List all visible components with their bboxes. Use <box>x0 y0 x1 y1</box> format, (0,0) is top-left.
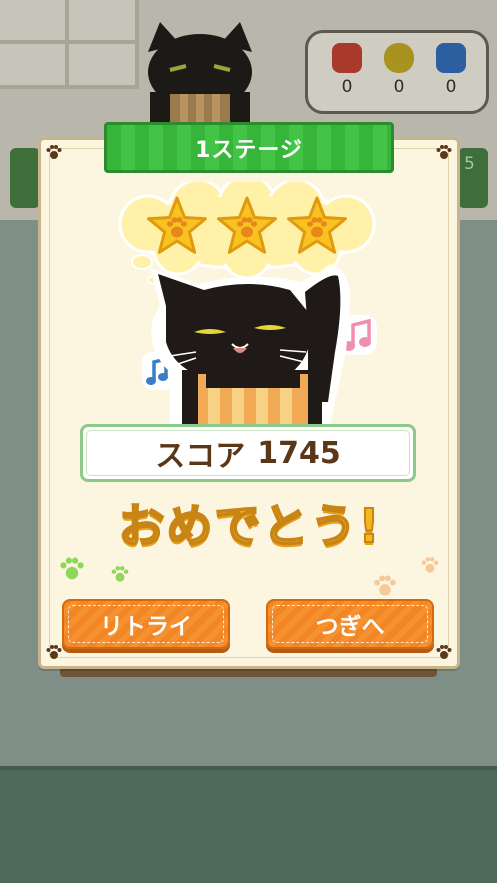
star-filled-icon <box>217 196 277 254</box>
next-label: つぎへ <box>315 614 385 640</box>
item-count: 0 <box>341 77 353 97</box>
paw-print-green-icon <box>60 557 84 580</box>
background-item-bubble: 0 0 0 <box>305 30 489 114</box>
star-filled-icon <box>287 196 347 254</box>
score-label: スコア <box>155 439 246 474</box>
item-bell-icon <box>384 43 414 73</box>
congratulations-text: おめでとう! <box>118 498 382 554</box>
paw-print-orange-icon <box>421 557 439 573</box>
background-side-panel-left <box>10 148 40 208</box>
stage-title: 1ステージ <box>195 137 303 163</box>
item-fish-icon <box>436 43 466 73</box>
paw-corner-icon <box>436 145 452 159</box>
item-count: 0 <box>445 77 457 97</box>
black-cat-character <box>150 264 351 424</box>
background-cat <box>148 22 252 137</box>
paw-corner-icon <box>46 145 62 159</box>
paw-print-orange-icon <box>374 575 396 596</box>
paw-corner-icon <box>436 645 452 659</box>
score-inner-border <box>86 430 410 476</box>
retry-button[interactable]: リトライ <box>62 599 230 649</box>
background-side-panel-right: 5 <box>458 148 488 208</box>
item-count: 0 <box>393 77 405 97</box>
star-filled-icon <box>147 196 207 254</box>
paw-corner-icon <box>46 645 62 659</box>
side-panel-number: 5 <box>464 154 475 174</box>
item-can-icon <box>332 43 362 73</box>
stage-title-banner: 1ステージ <box>104 122 394 173</box>
retry-label: リトライ <box>100 614 192 640</box>
paw-print-green-icon <box>111 566 129 582</box>
background-window <box>0 0 139 89</box>
score-display: スコア 1745 <box>80 424 416 482</box>
next-button[interactable]: つぎへ <box>266 599 434 649</box>
background-floor <box>0 770 497 883</box>
score-value: 1745 <box>257 435 341 471</box>
